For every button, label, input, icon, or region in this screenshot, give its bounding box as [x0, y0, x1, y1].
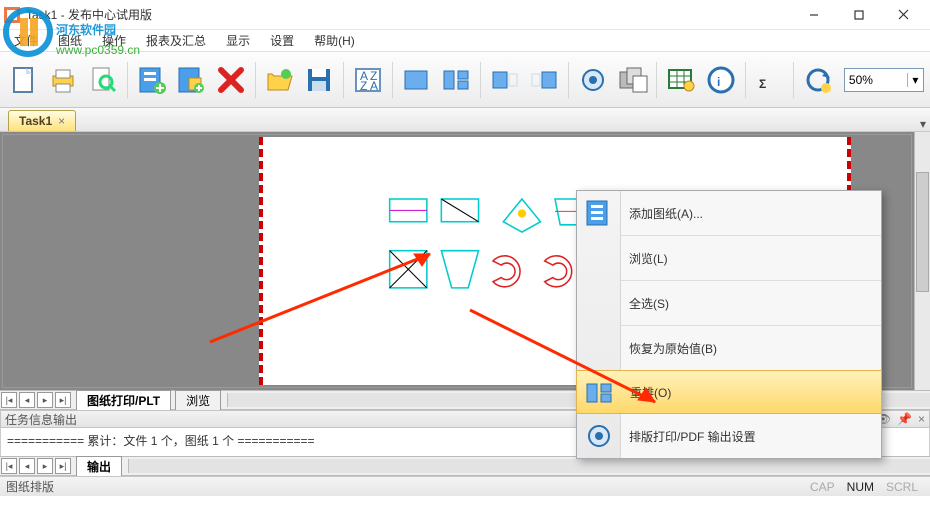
document-tab-strip: Task1 × ▾: [0, 108, 930, 132]
panel-close-icon[interactable]: ×: [918, 412, 925, 426]
scrollbar-thumb[interactable]: [916, 172, 929, 292]
canvas-tab-browse[interactable]: 浏览: [175, 390, 221, 410]
settings-gear-button[interactable]: [575, 59, 611, 101]
output-tab[interactable]: 输出: [76, 456, 122, 476]
window-title: Task1 - 发布中心试用版: [26, 6, 791, 23]
panel-pin-icon[interactable]: 📌: [897, 412, 912, 426]
save-button[interactable]: [301, 59, 337, 101]
prev-button[interactable]: ◂: [19, 458, 35, 474]
status-bar: 图纸排版 CAP NUM SCRL: [0, 476, 930, 496]
zoom-combo[interactable]: ▾: [844, 68, 924, 92]
menu-drawings[interactable]: 图纸: [48, 30, 92, 51]
document-tab[interactable]: Task1 ×: [8, 110, 76, 131]
menu-browse[interactable]: 浏览(L): [577, 236, 881, 280]
first-button[interactable]: |◂: [1, 392, 17, 408]
prev-button[interactable]: ◂: [19, 392, 35, 408]
info-button[interactable]: i: [703, 59, 739, 101]
title-bar: Task1 - 发布中心试用版: [0, 0, 930, 30]
canvas-tab-print[interactable]: 图纸打印/PLT: [76, 390, 171, 410]
first-button[interactable]: |◂: [1, 458, 17, 474]
menu-settings[interactable]: 设置: [260, 30, 304, 51]
add-drawing-icon: [583, 197, 615, 229]
status-scrl: SCRL: [886, 480, 918, 494]
svg-text:i: i: [717, 75, 720, 89]
tab-overflow-button[interactable]: ▾: [916, 117, 930, 131]
open-folder-button[interactable]: [262, 59, 298, 101]
add-folder-button[interactable]: [174, 59, 210, 101]
last-button[interactable]: ▸|: [55, 392, 71, 408]
annotation-arrow: [460, 300, 680, 420]
refresh-settings-button[interactable]: [800, 59, 836, 101]
zoom-input[interactable]: [845, 71, 907, 89]
menu-bar: 文件 图纸 操作 报表及汇总 显示 设置 帮助(H): [0, 30, 930, 52]
print-button[interactable]: [46, 59, 82, 101]
layout-multi-button[interactable]: [438, 59, 474, 101]
menu-view[interactable]: 显示: [216, 30, 260, 51]
table-button[interactable]: [663, 59, 699, 101]
layout-left-button[interactable]: [487, 59, 523, 101]
menu-print-settings[interactable]: 排版打印/PDF 输出设置: [577, 414, 881, 458]
close-button[interactable]: [881, 1, 926, 29]
preview-button[interactable]: [85, 59, 121, 101]
menu-label: 添加图纸(A)...: [629, 205, 703, 222]
tab-label: Task1: [19, 114, 52, 128]
menu-label: 排版打印/PDF 输出设置: [629, 428, 756, 445]
sigma-button[interactable]: Σ: [752, 59, 788, 101]
panel-title: 任务信息输出: [5, 411, 77, 428]
annotation-arrow: [200, 242, 460, 352]
menu-add-drawing[interactable]: 添加图纸(A)...: [577, 191, 881, 235]
sort-button[interactable]: AZZA: [350, 59, 386, 101]
layout-single-button[interactable]: [399, 59, 435, 101]
svg-text:Z: Z: [360, 79, 367, 93]
status-cap: CAP: [810, 480, 835, 494]
next-button[interactable]: ▸: [37, 458, 53, 474]
next-button[interactable]: ▸: [37, 392, 53, 408]
maximize-button[interactable]: [836, 1, 881, 29]
output-tab-strip: |◂ ◂ ▸ ▸| 输出: [0, 456, 930, 476]
last-button[interactable]: ▸|: [55, 458, 71, 474]
svg-text:Σ: Σ: [759, 77, 766, 91]
app-icon: [4, 7, 20, 23]
menu-help[interactable]: 帮助(H): [304, 30, 365, 51]
close-icon[interactable]: ×: [58, 114, 65, 128]
horizontal-scrollbar[interactable]: [128, 459, 930, 473]
menu-label: 浏览(L): [629, 250, 668, 267]
layout-right-button[interactable]: [527, 59, 563, 101]
vertical-scrollbar[interactable]: [914, 132, 930, 390]
status-num: NUM: [847, 480, 874, 494]
shapes-button[interactable]: [615, 59, 651, 101]
minimize-button[interactable]: [791, 1, 836, 29]
gear-icon: [583, 420, 615, 452]
delete-button[interactable]: [213, 59, 249, 101]
menu-reports[interactable]: 报表及汇总: [136, 30, 216, 51]
toolbar: AZZA i Σ ▾: [0, 52, 930, 108]
new-button[interactable]: [6, 59, 42, 101]
chevron-down-icon[interactable]: ▾: [907, 73, 923, 87]
add-drawing-button[interactable]: [134, 59, 170, 101]
menu-operate[interactable]: 操作: [92, 30, 136, 51]
status-text: 图纸排版: [6, 478, 54, 495]
menu-file[interactable]: 文件: [4, 30, 48, 51]
svg-text:A: A: [370, 79, 378, 93]
